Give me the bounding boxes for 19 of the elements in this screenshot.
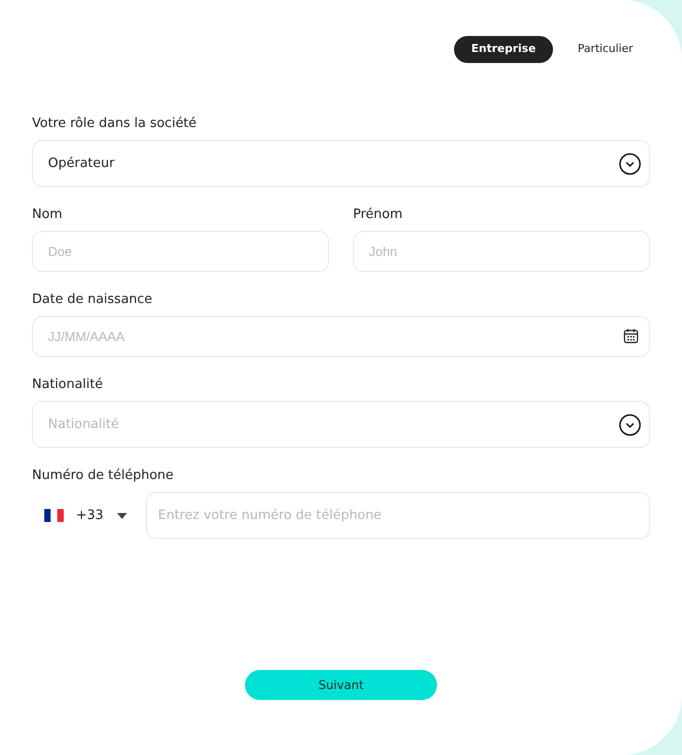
chevron-down-icon[interactable]	[619, 152, 641, 174]
flag-icon	[44, 509, 64, 522]
field-label: Nationalité	[32, 376, 104, 394]
phone-field[interactable]: Entrez votre numéro de téléphone	[146, 492, 650, 539]
field-label: Numéro de téléphone	[32, 467, 175, 485]
dropdown-field[interactable]: Opérateur	[32, 140, 650, 187]
tab[interactable]: Entreprise	[454, 36, 553, 63]
date-field[interactable]: JJ/MM/AAAA	[32, 316, 650, 357]
field-label: Nom	[32, 206, 64, 224]
calendar-icon[interactable]	[623, 328, 639, 344]
field-label: Date de naissance	[32, 291, 154, 309]
caret-down-icon	[117, 512, 128, 518]
field-label: Prénom	[353, 206, 404, 224]
field-label: Votre rôle dans la société	[32, 115, 198, 133]
chevron-down-icon[interactable]	[619, 414, 641, 436]
country-code-selector[interactable]: +33	[32, 492, 130, 539]
next-button[interactable]: Suivant	[245, 670, 437, 700]
text-field[interactable]: John	[353, 231, 650, 272]
text-field[interactable]: Doe	[32, 231, 329, 272]
